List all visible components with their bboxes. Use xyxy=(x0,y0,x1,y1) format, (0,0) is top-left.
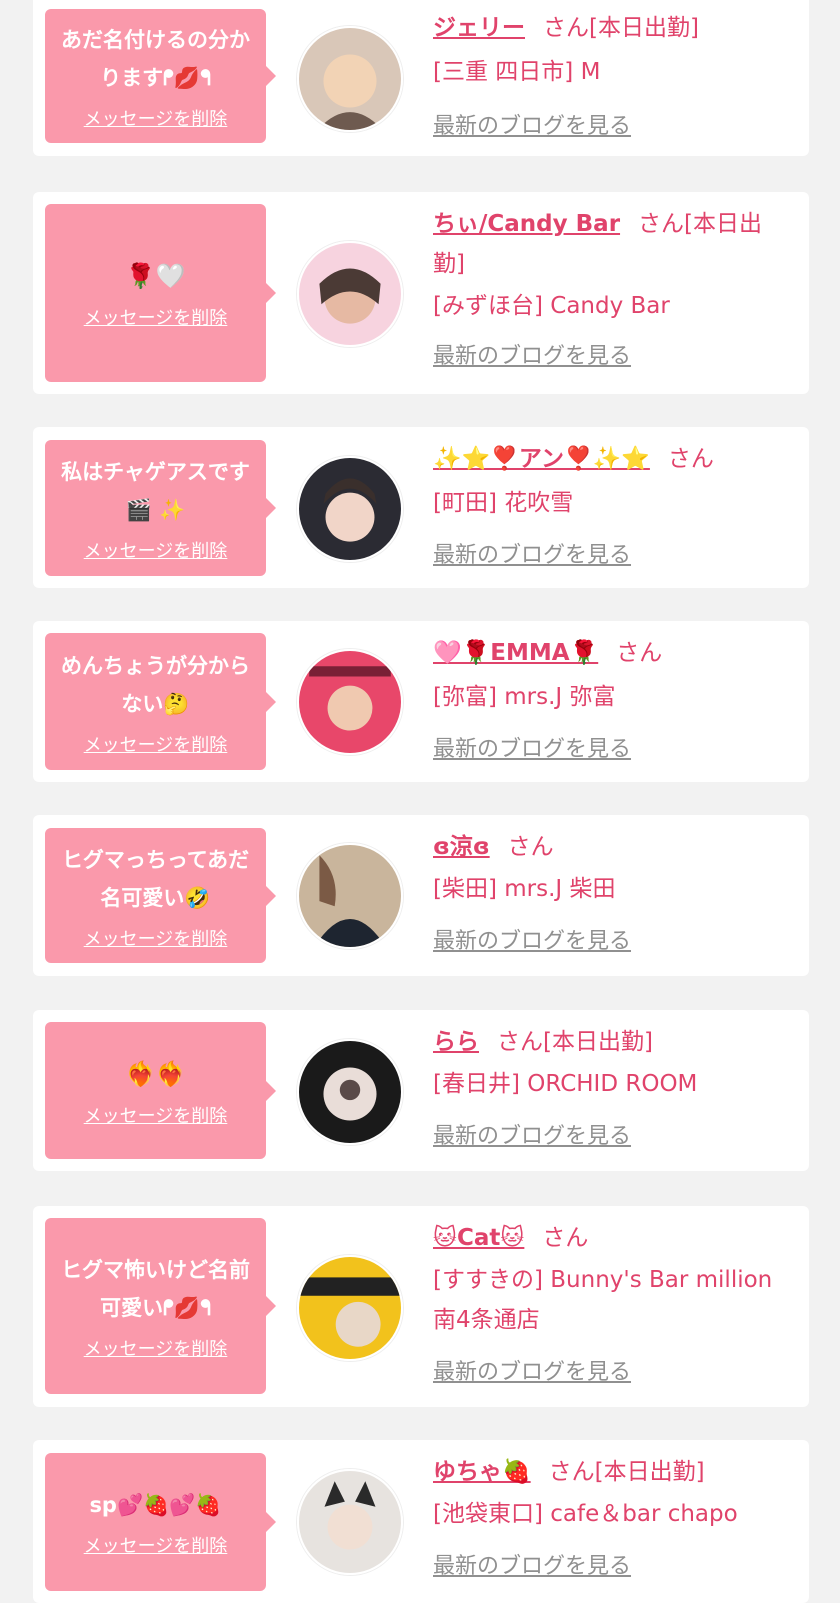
avatar-photo-icon xyxy=(299,845,401,947)
avatar[interactable] xyxy=(297,456,403,562)
avatar-photo-icon xyxy=(299,1041,401,1143)
cast-name-link[interactable]: ちぃ/Candy Bar xyxy=(433,211,620,237)
shop-info: [三重 四日市] M xyxy=(433,59,601,85)
avatar[interactable] xyxy=(297,241,403,347)
message-text: めんちょうが分からない🤔 xyxy=(61,653,250,716)
cast-name-link[interactable]: 🩷🌹EMMA🌹 xyxy=(433,640,598,666)
name-line: ✨⭐❣️アン❣️✨⭐ さん xyxy=(433,439,793,479)
message-bubble: sp💕🍓💕🍓 メッセージを削除 xyxy=(45,1453,276,1591)
delete-message-link[interactable]: メッセージを削除 xyxy=(84,105,228,131)
name-line: ちぃ/Candy Bar さん[本日出勤] xyxy=(433,204,793,284)
avatar[interactable] xyxy=(297,26,403,132)
message-bubble: 私はチャゲアスです🎬 ✨ メッセージを削除 xyxy=(45,440,276,576)
delete-message-link[interactable]: メッセージを削除 xyxy=(84,731,228,757)
avatar[interactable] xyxy=(297,1039,403,1145)
delete-message-link[interactable]: メッセージを削除 xyxy=(84,1335,228,1361)
latest-blog-link[interactable]: 最新のブログを見る xyxy=(433,1354,631,1386)
shop-info: [すすきの] Bunny's Bar million 南4条通店 xyxy=(433,1267,773,1333)
message-bubble: 🌹🤍 メッセージを削除 xyxy=(45,204,276,382)
shop-info: [春日井] ORCHID ROOM xyxy=(433,1071,698,1097)
cast-name-link[interactable]: ジェリー xyxy=(433,15,525,41)
message-text: あだ名付けるの分かりますᖰ💋ᖳ xyxy=(61,28,250,90)
shop-info: [弥富] mrs.J 弥富 xyxy=(433,684,616,710)
message-bubble: めんちょうが分からない🤔 メッセージを削除 xyxy=(45,633,276,770)
message-bubble: ヒグマ怖いけど名前可愛いᖰ💋ᖳ メッセージを削除 xyxy=(45,1218,276,1394)
latest-blog-link[interactable]: 最新のブログを見る xyxy=(433,537,631,569)
delete-message-link[interactable]: メッセージを削除 xyxy=(84,1532,228,1558)
message-text: sp💕🍓💕🍓 xyxy=(89,1493,222,1517)
message-bubble: ❤️‍🔥❤️‍🔥 メッセージを削除 xyxy=(45,1022,276,1159)
message-bubble: あだ名付けるの分かりますᖰ💋ᖳ メッセージを削除 xyxy=(45,9,276,143)
name-suffix: さん xyxy=(542,1225,589,1251)
shop-info: [柴田] mrs.J 柴田 xyxy=(433,876,616,902)
message-card: あだ名付けるの分かりますᖰ💋ᖳ メッセージを削除 ジェリー さん[本日出勤] [三… xyxy=(33,0,809,156)
message-bubble: ヒグマっちってあだ名可愛い🤣 メッセージを削除 xyxy=(45,828,276,963)
avatar-photo-icon xyxy=(299,651,401,753)
name-suffix: さん[本日出勤] xyxy=(497,1029,653,1055)
latest-blog-link[interactable]: 最新のブログを見る xyxy=(433,923,631,955)
avatar-photo-icon xyxy=(299,243,401,345)
message-card: 私はチャゲアスです🎬 ✨ メッセージを削除 ✨⭐❣️アン❣️✨⭐ さん [町田] … xyxy=(33,427,809,588)
name-suffix: さん xyxy=(616,640,663,666)
message-card: めんちょうが分からない🤔 メッセージを削除 🩷🌹EMMA🌹 さん [弥富] mrs… xyxy=(33,621,809,782)
message-text: 🌹🤍 xyxy=(125,262,186,290)
name-suffix: さん[本日出勤] xyxy=(543,15,699,41)
delete-message-link[interactable]: メッセージを削除 xyxy=(84,304,228,330)
name-line: らら さん[本日出勤] xyxy=(433,1022,793,1062)
shop-info: [町田] 花吹雪 xyxy=(433,490,574,516)
avatar[interactable] xyxy=(297,649,403,755)
name-line: 🐱Cat🐱 さん xyxy=(433,1218,793,1258)
name-line: ɞ涼ɞ さん xyxy=(433,827,793,867)
shop-info: [池袋東口] cafe＆bar chapo xyxy=(433,1501,738,1527)
latest-blog-link[interactable]: 最新のブログを見る xyxy=(433,1118,631,1150)
name-line: ゆちゃ🍓 さん[本日出勤] xyxy=(433,1452,793,1492)
latest-blog-link[interactable]: 最新のブログを見る xyxy=(433,338,631,370)
avatar-photo-icon xyxy=(299,458,401,560)
message-list: あだ名付けるの分かりますᖰ💋ᖳ メッセージを削除 ジェリー さん[本日出勤] [三… xyxy=(0,0,840,1603)
avatar-photo-icon xyxy=(299,1257,401,1359)
latest-blog-link[interactable]: 最新のブログを見る xyxy=(433,1548,631,1580)
delete-message-link[interactable]: メッセージを削除 xyxy=(84,925,228,951)
avatar-photo-icon xyxy=(299,1471,401,1573)
message-text: ❤️‍🔥❤️‍🔥 xyxy=(125,1059,186,1088)
message-card: ヒグマ怖いけど名前可愛いᖰ💋ᖳ メッセージを削除 🐱Cat🐱 さん [すすきの] … xyxy=(33,1206,809,1407)
latest-blog-link[interactable]: 最新のブログを見る xyxy=(433,731,631,763)
delete-message-link[interactable]: メッセージを削除 xyxy=(84,1102,228,1128)
name-suffix: さん[本日出勤] xyxy=(548,1459,705,1485)
cast-name-link[interactable]: ɞ涼ɞ xyxy=(433,834,490,860)
message-text: ヒグマ怖いけど名前可愛いᖰ💋ᖳ xyxy=(61,1258,250,1320)
message-card: sp💕🍓💕🍓 メッセージを削除 ゆちゃ🍓 さん[本日出勤] [池袋東口] cafe… xyxy=(33,1440,809,1603)
delete-message-link[interactable]: メッセージを削除 xyxy=(84,537,228,563)
cast-name-link[interactable]: ✨⭐❣️アン❣️✨⭐ xyxy=(433,446,650,472)
avatar[interactable] xyxy=(297,843,403,949)
cast-name-link[interactable]: 🐱Cat🐱 xyxy=(433,1225,524,1251)
shop-info: [みずほ台] Candy Bar xyxy=(433,293,670,319)
message-card: ヒグマっちってあだ名可愛い🤣 メッセージを削除 ɞ涼ɞ さん [柴田] mrs.J… xyxy=(33,815,809,976)
name-suffix: さん xyxy=(507,834,554,860)
message-text: 私はチャゲアスです🎬 ✨ xyxy=(61,460,250,522)
avatar[interactable] xyxy=(297,1255,403,1361)
avatar[interactable] xyxy=(297,1469,403,1575)
name-line: 🩷🌹EMMA🌹 さん xyxy=(433,633,793,673)
cast-name-link[interactable]: らら xyxy=(433,1029,479,1055)
name-suffix: さん xyxy=(667,446,714,472)
message-card: 🌹🤍 メッセージを削除 ちぃ/Candy Bar さん[本日出勤] [みずほ台] … xyxy=(33,192,809,394)
name-line: ジェリー さん[本日出勤] xyxy=(433,8,793,48)
avatar-photo-icon xyxy=(299,28,401,130)
cast-name-link[interactable]: ゆちゃ🍓 xyxy=(433,1459,531,1485)
message-text: ヒグマっちってあだ名可愛い🤣 xyxy=(61,847,250,910)
message-card: ❤️‍🔥❤️‍🔥 メッセージを削除 らら さん[本日出勤] [春日井] ORCHI… xyxy=(33,1010,809,1171)
latest-blog-link[interactable]: 最新のブログを見る xyxy=(433,108,631,140)
